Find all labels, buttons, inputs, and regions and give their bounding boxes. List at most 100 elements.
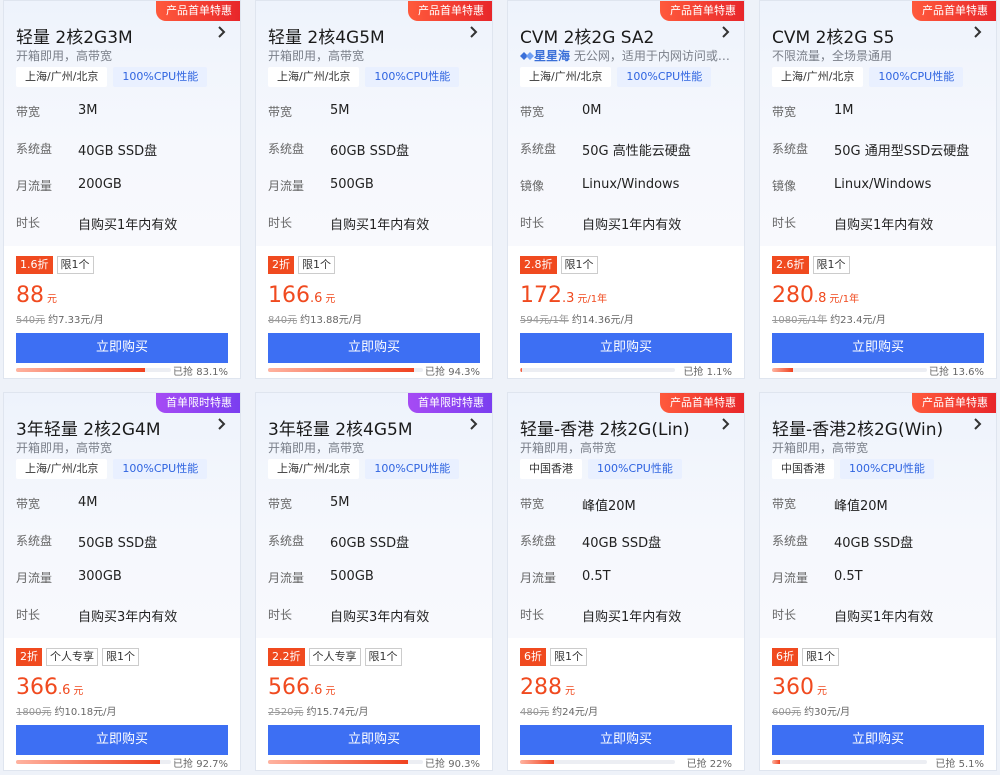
limit-badge: 限1个 — [560, 256, 598, 274]
buy-now-button[interactable]: 立即购买 — [16, 725, 228, 755]
spec-value: 0.5T — [834, 569, 863, 584]
subtitle-text: 开箱即用，高带宽 — [268, 49, 365, 63]
product-card: 产品首单特惠轻量 2核4G5M 开箱即用，高带宽上海/广州/北京 100%CPU性能… — [255, 0, 493, 379]
buy-now-button[interactable]: 立即购买 — [520, 333, 732, 363]
product-title[interactable]: CVM 2核2G S5 — [772, 23, 894, 48]
product-title[interactable]: 3年轻量 2核2G4M — [16, 415, 161, 440]
price-integer: 566 — [268, 675, 310, 700]
original-price: 840元 约13.88元/月 — [268, 311, 362, 326]
promo-ribbon: 产品首单特惠 — [408, 1, 492, 21]
product-subtitle: 开箱即用，高带宽 — [16, 47, 228, 64]
product-title[interactable]: 轻量 2核2G3M — [16, 23, 133, 48]
product-title[interactable]: 3年轻量 2核4G5M — [268, 415, 413, 440]
spec-label: 带宽 — [772, 497, 797, 511]
region-tag: 上海/广州/北京 — [772, 67, 864, 87]
price-unit: 元 — [325, 294, 336, 305]
buy-now-button[interactable]: 立即购买 — [268, 333, 480, 363]
subtitle-text: 开箱即用，高带宽 — [16, 49, 113, 63]
original-price-value: 1080元/1年 — [772, 315, 828, 326]
tag-row: 上海/广州/北京 100%CPU性能 — [268, 67, 460, 87]
chevron-right-icon[interactable] — [968, 23, 986, 41]
spec-label: 时长 — [772, 216, 797, 230]
buy-now-button[interactable]: 立即购买 — [520, 725, 732, 755]
original-price: 594元/1年 约14.36元/月 — [520, 311, 634, 326]
monthly-price: 约30元/月 — [804, 707, 851, 718]
product-grid: 产品首单特惠 轻量 2核2G3M 开箱即用，高带宽 上海/广州/北京 100%CPU性能… — [0, 0, 1000, 775]
spec-value: 自购买1年内有效 — [78, 218, 178, 233]
monthly-price: 约14.36元/月 — [571, 315, 634, 326]
spec-value: 0M — [582, 103, 602, 118]
promo-ribbon: 产品首单特惠 — [660, 1, 744, 21]
spec-label: 系统盘 — [772, 534, 809, 548]
badge-row: 2折 个人专享 限1个 — [16, 648, 139, 666]
chevron-right-icon[interactable] — [464, 415, 482, 433]
promo-ribbon: 产品首单特惠 — [156, 1, 240, 21]
sold-progress-fill — [772, 368, 794, 372]
product-subtitle: 星星海 无公网，适用于内网访问或… — [520, 47, 732, 64]
product-title[interactable]: 轻量-香港2核2G(Win) — [772, 415, 943, 440]
spec-value: 60GB SSD盘 — [330, 144, 410, 159]
product-title[interactable]: CVM 2核2G SA2 — [520, 23, 654, 48]
price-unit: 元 — [817, 686, 827, 697]
spec-value: 50G 通用型SSD云硬盘 — [834, 144, 970, 159]
price-decimal: .6 — [58, 683, 71, 698]
promo-ribbon: 首单限时特惠 — [408, 393, 492, 413]
product-subtitle: 开箱即用，高带宽 — [16, 439, 228, 456]
discount-badge: 2折 — [16, 648, 42, 666]
price: 288 元 — [520, 675, 575, 700]
sold-progress-fill — [16, 760, 160, 764]
cpu-tag: 100%CPU性能 — [588, 459, 682, 479]
product-subtitle: 开箱即用，高带宽 — [268, 47, 480, 64]
monthly-price: 约7.33元/月 — [48, 315, 104, 326]
spec-label: 带宽 — [268, 497, 293, 511]
promo-ribbon: 产品首单特惠 — [912, 393, 996, 413]
chevron-right-icon[interactable] — [968, 415, 986, 433]
product-title[interactable]: 轻量-香港 2核2G(Lin) — [520, 415, 690, 440]
limit-badge: 限1个 — [364, 648, 402, 666]
product-card: 产品首单特惠 CVM 2核2G SA2 星星海 无公网，适用于内网访问或… 上海/广州… — [507, 0, 745, 379]
buy-now-button[interactable]: 立即购买 — [16, 333, 228, 363]
sold-progress-bar — [772, 368, 927, 372]
spec-value: 4M — [78, 495, 98, 510]
spec-value: 50G 高性能云硬盘 — [582, 144, 691, 159]
original-price: 600元 约30元/月 — [772, 703, 850, 718]
product-title[interactable]: 轻量 2核4G5M — [268, 23, 385, 48]
buy-now-button[interactable]: 立即购买 — [772, 333, 984, 363]
sold-progress-fill — [520, 760, 555, 764]
chevron-right-icon[interactable] — [464, 23, 482, 41]
sold-progress-bar — [772, 760, 927, 764]
subtitle-text: 开箱即用，高带宽 — [16, 441, 113, 455]
spec-value: 300GB — [78, 569, 122, 584]
price-unit: 元 — [325, 686, 336, 697]
original-price: 1080元/1年 约23.4元/月 — [772, 311, 886, 326]
buy-now-button[interactable]: 立即购买 — [772, 725, 984, 755]
monthly-price: 约23.4元/月 — [830, 315, 886, 326]
chevron-right-icon[interactable] — [212, 23, 230, 41]
limit-badge: 限1个 — [298, 256, 335, 274]
spec-value: Linux/Windows — [582, 177, 680, 192]
monthly-price: 约15.74元/月 — [306, 707, 369, 718]
spec-label: 带宽 — [772, 105, 797, 119]
spec-label: 带宽 — [520, 105, 545, 119]
original-price-value: 480元 — [520, 707, 550, 718]
tag-row: 中国香港 100%CPU性能 — [772, 459, 934, 479]
spec-label: 时长 — [268, 216, 293, 230]
spec-label: 系统盘 — [268, 142, 305, 156]
sold-progress-bar — [520, 760, 675, 764]
badge-row: 6折 限1个 — [772, 648, 839, 666]
brand-name: 星星海 — [534, 49, 571, 63]
tag-row: 上海/广州/北京 100%CPU性能 — [16, 459, 208, 479]
original-price: 2520元 约15.74元/月 — [268, 703, 368, 718]
chevron-right-icon[interactable] — [212, 415, 230, 433]
product-card: 首单限时特惠 3年轻量 2核2G4M 开箱即用，高带宽 上海/广州/北京 100%CPU… — [3, 392, 241, 771]
buy-now-button[interactable]: 立即购买 — [268, 725, 480, 755]
subtitle-text: 不限流量，全场景通用 — [772, 49, 893, 63]
spec-label: 月流量 — [520, 571, 557, 585]
product-subtitle: 开箱即用，高带宽 — [520, 439, 732, 456]
limit-badge: 限1个 — [56, 256, 94, 274]
spec-label: 镜像 — [520, 179, 545, 193]
original-price-value: 600元 — [772, 707, 802, 718]
price-decimal: .8 — [814, 291, 827, 306]
chevron-right-icon[interactable] — [716, 415, 734, 433]
chevron-right-icon[interactable] — [716, 23, 734, 41]
